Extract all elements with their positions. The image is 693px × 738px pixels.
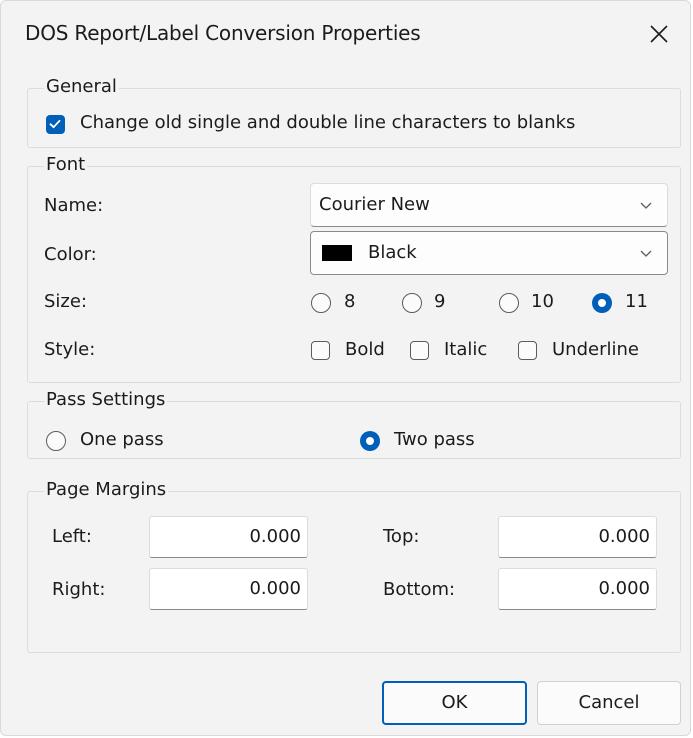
page-margins-group: Page Margins Left: 0.000 Top: 0.000 Righ… — [27, 479, 681, 653]
left-margin-input[interactable]: 0.000 — [149, 516, 308, 558]
checkmark-icon — [49, 119, 61, 129]
one-pass-label: One pass — [80, 429, 164, 450]
two-pass-label: Two pass — [394, 429, 475, 450]
size-radio-9[interactable] — [402, 293, 422, 313]
size-radio-11[interactable] — [592, 293, 612, 313]
bottom-margin-input[interactable]: 0.000 — [498, 568, 657, 610]
two-pass-radio[interactable] — [360, 431, 380, 451]
size-label-9: 9 — [434, 291, 446, 312]
font-size-label: Size: — [44, 291, 88, 312]
font-name-select[interactable]: Courier New — [310, 183, 668, 227]
font-color-label: Color: — [44, 244, 97, 265]
bold-checkbox[interactable] — [311, 341, 330, 360]
italic-checkbox[interactable] — [410, 341, 429, 360]
font-group: Font Name: Courier New Color: Black Size… — [27, 154, 681, 383]
pass-settings-legend: Pass Settings — [44, 389, 168, 410]
close-button[interactable] — [628, 1, 690, 67]
one-pass-radio[interactable] — [46, 431, 66, 451]
left-margin-label: Left: — [52, 526, 92, 547]
general-legend: General — [44, 76, 119, 97]
font-legend: Font — [44, 154, 88, 175]
size-label-10: 10 — [531, 291, 554, 312]
close-icon — [650, 25, 668, 43]
bold-label: Bold — [345, 339, 385, 360]
font-color-value: Black — [368, 242, 417, 263]
chevron-down-icon — [640, 250, 652, 257]
underline-label: Underline — [552, 339, 639, 360]
pass-settings-group: Pass Settings One pass Two pass — [27, 389, 681, 459]
font-name-label: Name: — [44, 195, 104, 216]
font-color-select[interactable]: Black — [310, 231, 668, 275]
size-label-11: 11 — [625, 291, 648, 312]
color-swatch — [322, 245, 352, 261]
right-margin-label: Right: — [52, 579, 106, 600]
blank-lines-label: Change old single and double line charac… — [80, 112, 576, 133]
size-radio-10[interactable] — [499, 293, 519, 313]
underline-checkbox[interactable] — [518, 341, 537, 360]
window-title: DOS Report/Label Conversion Properties — [25, 21, 421, 45]
font-name-value: Courier New — [319, 194, 430, 215]
size-label-8: 8 — [344, 291, 356, 312]
ok-button[interactable]: OK — [382, 681, 527, 725]
chevron-down-icon — [640, 202, 652, 209]
right-margin-input[interactable]: 0.000 — [149, 568, 308, 610]
top-margin-input[interactable]: 0.000 — [498, 516, 657, 558]
page-margins-legend: Page Margins — [44, 479, 169, 500]
cancel-button[interactable]: Cancel — [537, 681, 681, 725]
blank-lines-checkbox[interactable] — [46, 115, 65, 134]
bottom-margin-label: Bottom: — [383, 579, 456, 600]
size-radio-8[interactable] — [311, 293, 331, 313]
properties-dialog: DOS Report/Label Conversion Properties G… — [0, 0, 691, 736]
top-margin-label: Top: — [383, 526, 420, 547]
italic-label: Italic — [444, 339, 488, 360]
title-bar: DOS Report/Label Conversion Properties — [1, 1, 690, 67]
general-group: General Change old single and double lin… — [27, 76, 681, 148]
font-style-label: Style: — [44, 339, 96, 360]
